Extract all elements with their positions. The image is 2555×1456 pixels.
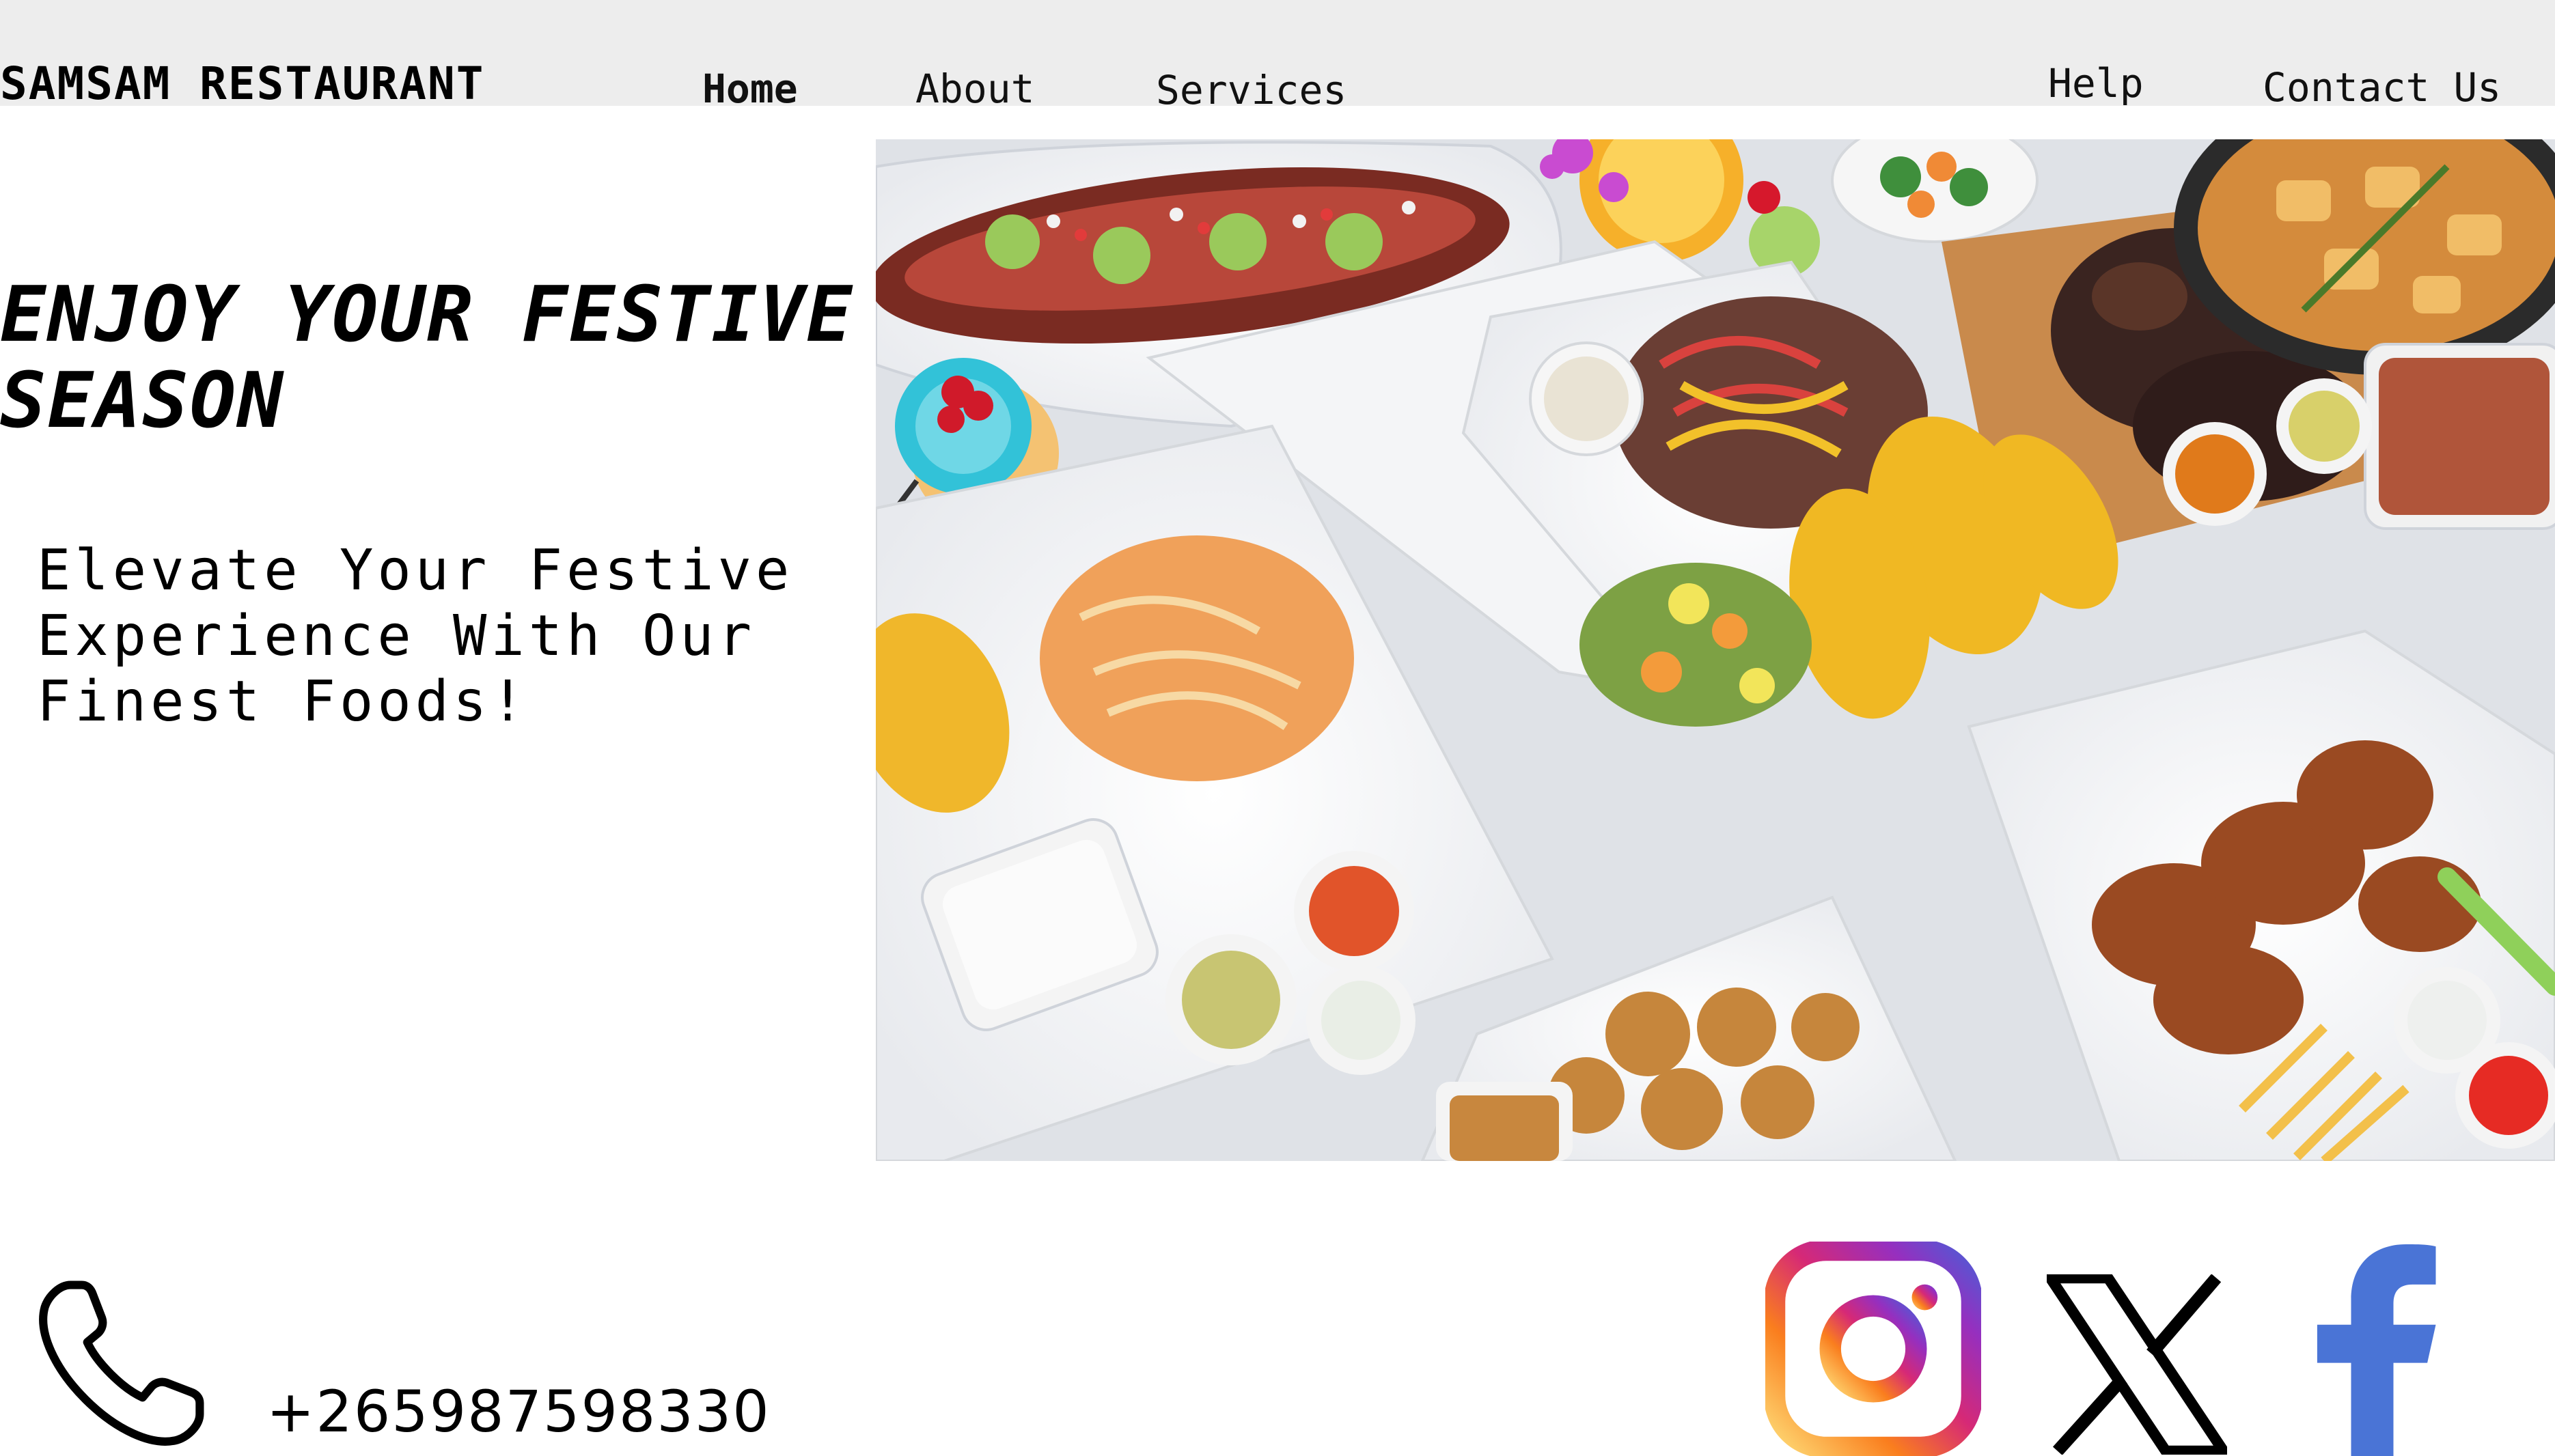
facebook-icon[interactable] — [2308, 1244, 2458, 1456]
food-spread-photo — [876, 139, 2555, 1161]
nav-about[interactable]: About — [915, 66, 1035, 112]
nav-contact-us[interactable]: Contact Us — [2263, 64, 2501, 111]
nav-services[interactable]: Services — [1156, 67, 1346, 113]
hero-title: ENJOY YOUR FESTIVE SEASON — [0, 270, 854, 445]
phone-icon[interactable] — [30, 1270, 215, 1455]
nav-home[interactable]: Home — [702, 66, 798, 112]
brand-logo[interactable]: SAMSAM RESTAURANT — [0, 57, 485, 110]
x-icon[interactable] — [2047, 1274, 2227, 1455]
phone-number[interactable]: +265987598330 — [266, 1378, 771, 1445]
instagram-icon[interactable] — [1765, 1242, 1981, 1456]
hero-subtitle: Elevate Your Festive Experience With Our… — [37, 538, 794, 734]
nav-help[interactable]: Help — [2048, 60, 2144, 107]
